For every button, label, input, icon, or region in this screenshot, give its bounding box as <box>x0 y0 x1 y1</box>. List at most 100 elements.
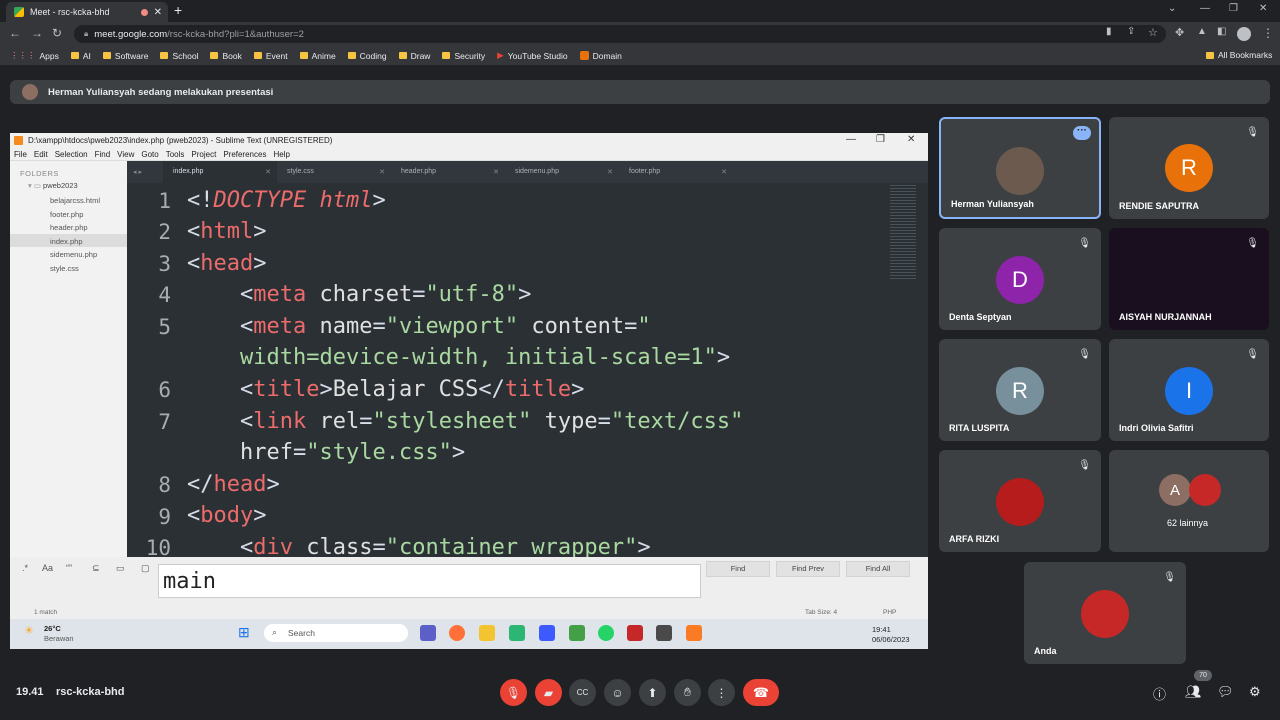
participant-avatar: R <box>1165 144 1213 192</box>
maximize-window-button[interactable]: ❐ <box>1229 3 1238 14</box>
meeting-code: rsc-kcka-bhd <box>56 686 125 698</box>
reload-icon[interactable]: ↻ <box>52 26 62 40</box>
close-tab-icon: ✕ <box>607 169 613 176</box>
share-icon[interactable]: ⇪ <box>1127 26 1135 37</box>
app-icon <box>569 625 585 641</box>
participant-tile[interactable]: 🎙︎ AISYAH NURJANNAH <box>1109 228 1269 330</box>
participant-name: Anda <box>1034 646 1057 656</box>
bookmark-folder[interactable]: School <box>160 51 198 61</box>
emoji-button[interactable]: ☺ <box>604 679 631 706</box>
tab-search-icon[interactable]: ⌄ <box>1168 3 1176 14</box>
bookmark-folder[interactable]: Draw <box>398 51 430 61</box>
sublime-status-bar: 1 match Tab Size: 4 PHP <box>10 607 928 619</box>
folder-icon <box>398 52 407 59</box>
lock-icon: 🔒︎ <box>84 29 89 38</box>
bookmark-folder[interactable]: Software <box>102 51 148 61</box>
bookmark-folder[interactable]: Security <box>442 51 485 61</box>
extensions-icon[interactable]: ✥ <box>1175 26 1184 39</box>
raise-hand-button[interactable]: ✋︎ <box>674 679 701 706</box>
xampp-icon <box>686 625 702 641</box>
more-participants-label: 62 lainnya <box>1167 518 1209 528</box>
close-window-button[interactable]: ✕ <box>1259 3 1267 14</box>
all-bookmarks-button[interactable]: All Bookmarks <box>1206 50 1272 60</box>
profile-avatar[interactable] <box>1237 27 1251 41</box>
self-avatar <box>1081 590 1129 638</box>
close-tab-icon: ✕ <box>379 169 385 176</box>
self-tile[interactable]: 🎙︎ Anda <box>1024 562 1186 664</box>
participant-tile[interactable]: 🎙︎ ARFA RIZKI <box>939 450 1101 552</box>
whole-word-toggle-icon: “” <box>66 563 72 573</box>
people-icon[interactable]: 👥︎ <box>1185 684 1202 700</box>
tab-title: Meet - rsc-kcka-bhd <box>30 7 110 17</box>
sublime-tab-bar: ◂ ▸ index.php ✕ style.css ✕ header.php ✕ si… <box>127 161 928 183</box>
bookmarks-bar: ⋮⋮⋮ Apps AI Software School Book Event An… <box>0 46 1280 66</box>
bookmark-apps[interactable]: ⋮⋮⋮ Apps <box>10 50 59 61</box>
more-participants-tile[interactable]: A 62 lainnya <box>1109 450 1269 552</box>
code-line: href="style.css"> <box>239 440 466 465</box>
bookmark-folder[interactable]: Anime <box>299 51 336 61</box>
back-icon[interactable]: ← <box>9 26 21 40</box>
chat-icon[interactable]: 💬︎ <box>1217 684 1234 700</box>
menu-item: Goto <box>141 149 159 159</box>
code-line: <title>Belajar CSS</title> <box>239 377 585 402</box>
mic-off-icon: 🎙︎ <box>1078 460 1091 471</box>
bookmark-youtube-studio[interactable]: ▶ YouTube Studio <box>497 50 567 61</box>
bookmark-folder[interactable]: Book <box>210 51 242 61</box>
bookmark-folder[interactable]: Event <box>253 51 288 61</box>
app-icon <box>509 625 525 641</box>
participant-avatar <box>1189 474 1221 506</box>
app-icon <box>539 625 555 641</box>
more-menu-icon[interactable]: ⋮ <box>1262 26 1274 40</box>
activities-icon[interactable]: ⚙︎ <box>1249 684 1261 700</box>
address-bar[interactable]: 🔒︎ meet.google.com/rsc-kcka-bhd?pli=1&au… <box>74 25 1166 43</box>
sublime-menu-bar: File Edit Selection Find View Goto Tools… <box>10 148 928 161</box>
more-options-button[interactable]: ⋮ <box>708 679 735 706</box>
present-button[interactable]: ⬆ <box>639 679 666 706</box>
folder-icon <box>299 52 308 59</box>
folder-icon <box>1206 51 1214 59</box>
participant-tile[interactable]: ··· Herman Yuliansyah <box>939 117 1101 219</box>
code-editor: 1 2 3 4 5 6 7 8 9 10 <!DOCTYPE html> <ht… <box>127 183 928 560</box>
minimize-window-button[interactable]: — <box>1200 3 1210 14</box>
browser-tab[interactable]: Meet - rsc-kcka-bhd ✕ <box>6 2 168 22</box>
line-number: 1 <box>158 189 171 213</box>
forward-icon[interactable]: → <box>31 26 43 40</box>
new-tab-button[interactable]: + <box>174 2 182 18</box>
bookmark-folder[interactable]: Coding <box>347 51 387 61</box>
pin-icon[interactable]: ▲ <box>1197 26 1207 37</box>
close-tab-icon: ✕ <box>265 169 271 176</box>
sidebar-file: header.php <box>50 223 88 232</box>
menu-item: Help <box>273 149 290 159</box>
menu-item: File <box>14 149 27 159</box>
sidepanel-icon[interactable]: ◧ <box>1217 26 1226 37</box>
find-prev-button: Find Prev <box>776 561 840 577</box>
bookmark-domain[interactable]: Domain <box>579 51 622 61</box>
editor-tab: style.css ✕ <box>287 168 385 176</box>
leave-call-button[interactable]: ☎︎ <box>743 679 779 706</box>
bookmark-star-icon[interactable]: ☆ <box>1148 26 1158 39</box>
code-line: <head> <box>187 251 267 276</box>
bookmark-folder[interactable]: AI <box>70 51 91 61</box>
camera-toggle-button[interactable]: ▰ <box>535 679 562 706</box>
more-options-icon[interactable]: ··· <box>1073 126 1091 140</box>
find-button: Find <box>706 561 770 577</box>
close-tab-icon: ✕ <box>493 169 499 176</box>
emoji-icon: ☺ <box>611 685 624 700</box>
captions-button[interactable]: CC <box>569 679 596 706</box>
participant-tile[interactable]: D 🎙︎ Denta Septyan <box>939 228 1101 330</box>
menu-item: Project <box>191 149 217 159</box>
shared-screen: D:\xampp\htdocs\pweb2023\index.php (pweb… <box>10 133 928 649</box>
weather-temp: 26°C <box>44 624 61 633</box>
meet-favicon-icon <box>14 7 24 17</box>
participant-tile[interactable]: I 🎙︎ Indri Olivia Safitri <box>1109 339 1269 441</box>
folder-icon <box>70 52 79 59</box>
camera-icon[interactable]: ▮ <box>1106 26 1112 37</box>
sidebar-file: sidemenu.php <box>50 250 98 259</box>
taskbar-search: ⌕ Search <box>264 624 408 642</box>
mic-toggle-button[interactable]: 🎙︎ <box>500 679 527 706</box>
participant-tile[interactable]: R 🎙︎ RITA LUSPITA <box>939 339 1101 441</box>
participant-tile[interactable]: R 🎙︎ RENDIE SAPUTRA <box>1109 117 1269 219</box>
meeting-info-icon[interactable]: ⓘ <box>1153 684 1166 703</box>
code-line: width=device-width, initial-scale=1"> <box>239 345 731 370</box>
close-tab-icon[interactable]: ✕ <box>154 7 162 18</box>
